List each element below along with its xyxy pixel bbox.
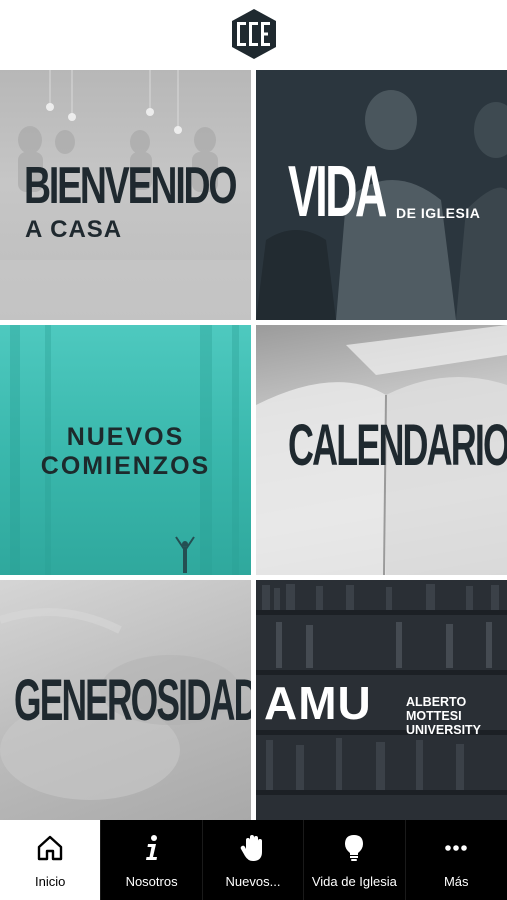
tile-bienvenido[interactable]: BIENVENIDO A CASA (0, 70, 251, 320)
bienvenido-subtitle: A CASA (25, 216, 123, 243)
vida-subtitle: DE IGLESIA (396, 205, 481, 221)
vida-title: VIDA (288, 152, 387, 232)
info-icon (136, 832, 168, 864)
lightbulb-icon (338, 832, 370, 864)
tab-mas[interactable]: Más (406, 820, 507, 900)
generosidad-title: GENEROSIDAD (14, 668, 251, 733)
tile-nuevos-comienzos[interactable]: NUEVOS COMIENZOS (0, 325, 251, 575)
home-icon (34, 832, 66, 864)
more-icon (440, 832, 472, 864)
tile-vida-de-iglesia[interactable]: VIDA DE IGLESIA (256, 70, 507, 320)
amu-line1: ALBERTO (406, 695, 467, 709)
nuevos-line1: NUEVOS (66, 423, 185, 451)
nuevos-line2: COMIENZOS (40, 452, 211, 480)
tile-calendario[interactable]: CALENDARIO (256, 325, 507, 575)
calendario-title: CALENDARIO (288, 413, 507, 478)
hand-icon (237, 832, 269, 864)
tab-label-inicio: Inicio (35, 874, 66, 889)
tab-nuevos[interactable]: Nuevos... (203, 820, 305, 900)
tab-label-vida-de-iglesia: Vida de Iglesia (311, 874, 397, 889)
tab-nosotros[interactable]: Nosotros (101, 820, 203, 900)
tab-vida-de-iglesia[interactable]: Vida de Iglesia (304, 820, 406, 900)
amu-line3: UNIVERSITY (406, 723, 482, 737)
bienvenido-title: BIENVENIDO (24, 157, 238, 215)
amu-title: AMU (264, 677, 372, 729)
app-header (0, 0, 507, 68)
tab-inicio[interactable]: Inicio (0, 820, 102, 900)
tab-label-mas: Más (443, 874, 469, 889)
tab-label-nosotros: Nosotros (125, 874, 178, 889)
home-tile-grid: BIENVENIDO A CASA VIDA DE IGLESIA NUEVOS… (0, 68, 507, 820)
tile-amu[interactable]: AMU ALBERTO MOTTESI UNIVERSITY (256, 580, 507, 820)
tab-label-nuevos: Nuevos... (225, 874, 281, 889)
tile-generosidad[interactable]: GENEROSIDAD (0, 580, 251, 820)
bottom-tab-bar: Inicio Nosotros Nuevos... Vida de Iglesi… (0, 820, 507, 900)
church-logo (231, 9, 276, 59)
amu-line2: MOTTESI (406, 709, 462, 723)
